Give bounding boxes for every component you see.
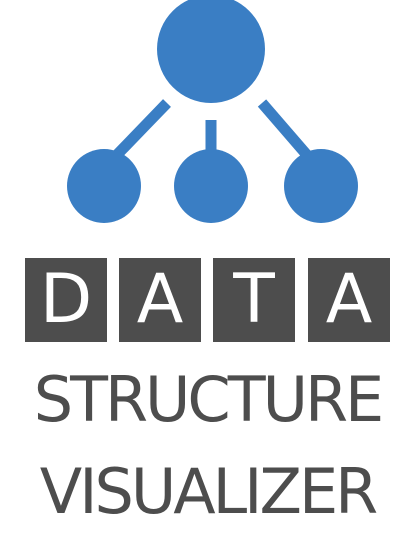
wordmark-visualizer: VISUALIZER <box>39 455 378 528</box>
letter-tile-a: A <box>119 258 201 342</box>
letter-tile-t: T <box>213 258 295 342</box>
data-letter-tiles: D A T A <box>25 258 390 342</box>
letter-tile-d: D <box>25 258 107 342</box>
tree-hierarchy-icon <box>67 0 358 223</box>
root-node <box>157 0 265 103</box>
child-node-middle <box>174 149 248 223</box>
wordmark-structure: STRUCTURE <box>33 363 384 436</box>
child-node-right <box>284 149 358 223</box>
letter-tile-a-2: A <box>308 258 390 342</box>
child-node-left <box>67 149 141 223</box>
